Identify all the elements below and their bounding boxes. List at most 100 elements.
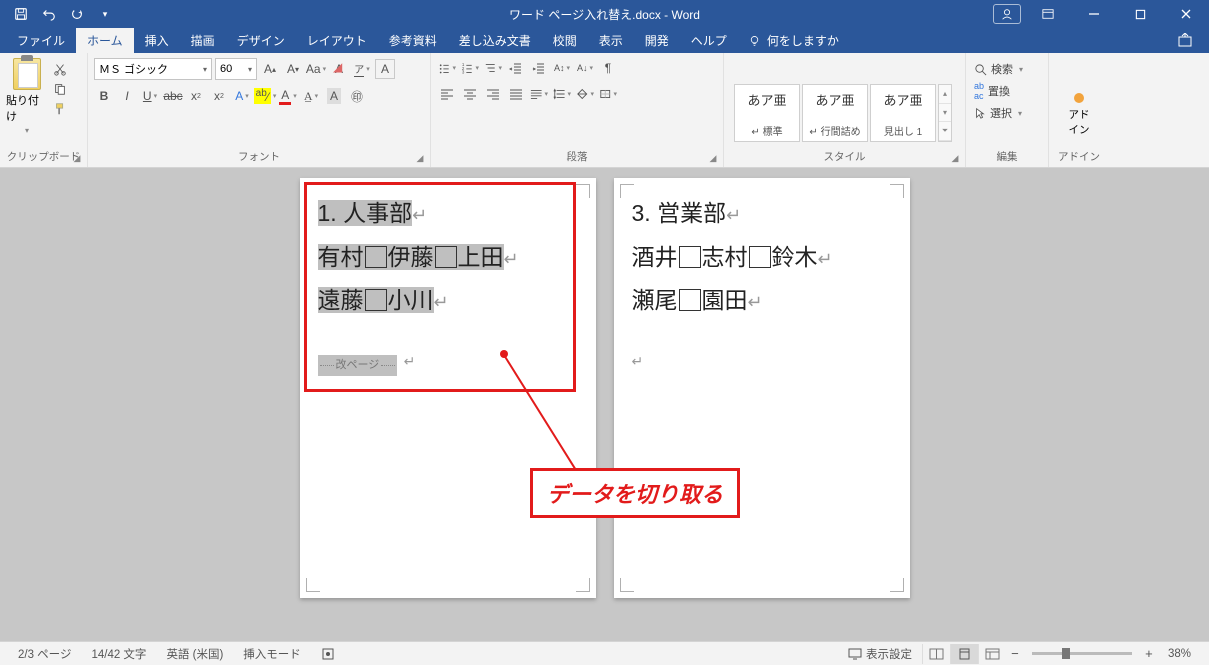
display-settings-button[interactable]: 表示設定 <box>838 646 922 662</box>
multilevel-list-button[interactable] <box>483 58 503 78</box>
distributed-button[interactable] <box>529 84 549 104</box>
find-button[interactable]: 検索▾ <box>972 60 1042 78</box>
copy-button[interactable] <box>52 81 68 96</box>
tab-design[interactable]: デザイン <box>226 28 296 53</box>
page2-content[interactable]: 3. 営業部↵ 酒井志村鈴木↵ 瀬尾園田↵ ↵ <box>632 192 892 381</box>
shrink-font-button[interactable]: A▾ <box>283 59 303 79</box>
tab-draw[interactable]: 描画 <box>180 28 226 53</box>
grow-font-button[interactable]: A▴ <box>260 59 280 79</box>
strikethrough-button[interactable]: abc <box>163 86 183 106</box>
select-button[interactable]: 選択▾ <box>972 104 1042 122</box>
bullets-button[interactable] <box>437 58 457 78</box>
font-size-combo[interactable]: 60 <box>215 58 257 80</box>
undo-button[interactable] <box>36 2 62 26</box>
zoom-level[interactable]: 38% <box>1158 648 1201 660</box>
page1-content[interactable]: 1. 人事部↵ 有村伊藤上田↵ 遠藤小川↵ 改ページ ↵ <box>318 192 578 381</box>
increase-indent-button[interactable] <box>529 58 549 78</box>
line-spacing-button[interactable] <box>552 84 572 104</box>
save-button[interactable] <box>8 2 34 26</box>
ribbon-options-button[interactable] <box>1025 0 1071 28</box>
paragraph-launcher[interactable]: ◢ <box>707 152 719 164</box>
tab-file[interactable]: ファイル <box>6 28 76 53</box>
text-direction-button[interactable]: A↕ <box>552 58 572 78</box>
borders-button[interactable] <box>598 84 618 104</box>
underline-button[interactable]: U <box>140 86 160 106</box>
tab-references[interactable]: 参考資料 <box>378 28 448 53</box>
style-no-spacing[interactable]: あア亜 ↵ 行間詰め <box>802 84 868 142</box>
replace-button[interactable]: abac 置換 <box>972 80 1042 102</box>
change-case-button[interactable]: Aa <box>306 59 326 79</box>
close-button[interactable] <box>1163 0 1209 28</box>
status-language[interactable]: 英語 (米国) <box>156 646 233 662</box>
italic-button[interactable]: I <box>117 86 137 106</box>
zoom-in-button[interactable]: + <box>1140 646 1158 661</box>
page-2[interactable]: 3. 営業部↵ 酒井志村鈴木↵ 瀬尾園田↵ ↵ <box>614 178 910 598</box>
style-heading1[interactable]: あア亜 見出し 1 <box>870 84 936 142</box>
tab-developer[interactable]: 開発 <box>634 28 680 53</box>
tab-home[interactable]: ホーム <box>76 28 134 53</box>
addin-button[interactable] <box>1074 93 1084 103</box>
view-print-layout[interactable] <box>950 644 978 664</box>
phonetic-guide-button[interactable]: ア <box>352 59 372 79</box>
account-button[interactable] <box>993 4 1021 24</box>
sort-button[interactable]: A↓ <box>575 58 595 78</box>
tab-insert[interactable]: 挿入 <box>134 28 180 53</box>
status-page[interactable]: 2/3 ページ <box>8 646 81 662</box>
cut-button[interactable] <box>52 61 68 76</box>
style-normal[interactable]: あア亜 ↵ 標準 <box>734 84 800 142</box>
document-area[interactable]: 1. 人事部↵ 有村伊藤上田↵ 遠藤小川↵ 改ページ ↵ 3. 営業部↵ 酒井志… <box>0 168 1209 641</box>
enclose-characters-button[interactable]: A <box>375 59 395 79</box>
tab-help[interactable]: ヘルプ <box>680 28 738 53</box>
tab-mailings[interactable]: 差し込み文書 <box>448 28 542 53</box>
svg-text:3: 3 <box>462 69 465 74</box>
styles-gallery-scroll[interactable]: ▴▾⏷ <box>938 84 952 142</box>
group-font: ＭＳ ゴシック 60 A▴ A▾ Aa A◢ ア A B I U abc x2 … <box>88 53 431 167</box>
superscript-button[interactable]: x2 <box>209 86 229 106</box>
justify-button[interactable] <box>506 84 526 104</box>
show-marks-button[interactable]: ¶ <box>598 58 618 78</box>
paste-icon <box>13 58 41 90</box>
group-paragraph: 123 A↕ A↓ ¶ 段落◢ <box>431 53 724 167</box>
zoom-out-button[interactable]: − <box>1006 646 1024 661</box>
align-center-button[interactable] <box>460 84 480 104</box>
group-addin: アド イン アドイン <box>1049 53 1109 167</box>
enclose-circle-button[interactable]: ㊞ <box>347 86 367 106</box>
shading-button[interactable] <box>575 84 595 104</box>
character-shading-button[interactable]: A̲ <box>301 86 321 106</box>
group-editing: 検索▾ abac 置換 選択▾ 編集 <box>966 53 1049 167</box>
view-read-mode[interactable] <box>922 644 950 664</box>
tab-view[interactable]: 表示 <box>588 28 634 53</box>
page-1[interactable]: 1. 人事部↵ 有村伊藤上田↵ 遠藤小川↵ 改ページ ↵ <box>300 178 596 598</box>
subscript-button[interactable]: x2 <box>186 86 206 106</box>
tab-review[interactable]: 校閲 <box>542 28 588 53</box>
character-border-button[interactable]: A <box>324 86 344 106</box>
tab-layout[interactable]: レイアウト <box>296 28 378 53</box>
highlight-button[interactable]: ab⁄ <box>255 86 275 106</box>
font-color-button[interactable]: A <box>278 86 298 106</box>
search-icon <box>974 63 987 76</box>
macro-record-button[interactable] <box>311 647 345 661</box>
zoom-slider[interactable] <box>1032 652 1132 655</box>
bold-button[interactable]: B <box>94 86 114 106</box>
share-button[interactable] <box>1161 33 1209 53</box>
styles-launcher[interactable]: ◢ <box>949 152 961 164</box>
status-insert-mode[interactable]: 挿入モード <box>233 646 311 662</box>
window-title: ワード ページ入れ替え.docx - Word <box>509 6 700 23</box>
qat-customize[interactable]: ▾ <box>92 2 118 26</box>
view-web-layout[interactable] <box>978 644 1006 664</box>
format-painter-button[interactable] <box>52 101 68 116</box>
clear-formatting-button[interactable]: A◢ <box>329 59 349 79</box>
maximize-button[interactable] <box>1117 0 1163 28</box>
align-right-button[interactable] <box>483 84 503 104</box>
font-launcher[interactable]: ◢ <box>414 152 426 164</box>
clipboard-launcher[interactable]: ◢ <box>71 152 83 164</box>
text-effects-button[interactable]: A <box>232 86 252 106</box>
numbering-button[interactable]: 123 <box>460 58 480 78</box>
redo-button[interactable] <box>64 2 90 26</box>
align-left-button[interactable] <box>437 84 457 104</box>
decrease-indent-button[interactable] <box>506 58 526 78</box>
font-name-combo[interactable]: ＭＳ ゴシック <box>94 58 212 80</box>
status-words[interactable]: 14/42 文字 <box>81 646 156 662</box>
minimize-button[interactable] <box>1071 0 1117 28</box>
tell-me-search[interactable]: 何をしますか <box>738 28 849 53</box>
